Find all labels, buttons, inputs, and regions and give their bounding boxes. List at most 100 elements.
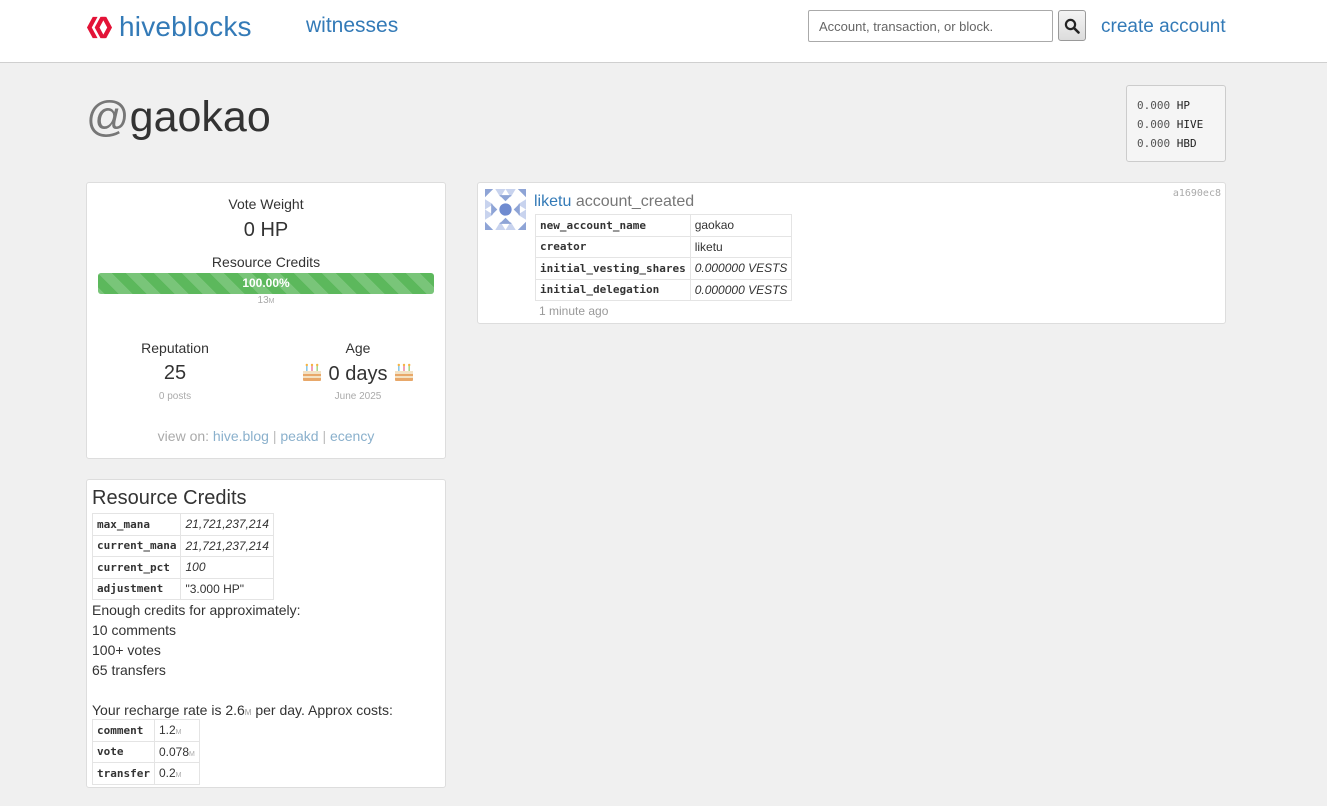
cost-value: 0.078 [158,744,190,759]
operation-actor-link[interactable]: liketu [534,193,571,210]
op-field-key: initial_delegation [535,278,691,301]
operation-item: liketu account_created a1690ec8 new_acco… [477,182,1226,324]
create-account-link[interactable]: create account [1101,16,1226,38]
nav-witnesses-link[interactable]: witnesses [306,14,398,38]
account-stats-panel: Vote Weight 0 HP Resource Credits 100.00… [86,182,446,459]
rc-mana-unit: M [268,298,275,305]
view-on-label: view on: [157,428,210,444]
rc-estimates: Enough credits for approximately: 10 com… [92,600,393,723]
cost-key: transfer [92,762,155,785]
balance-box: 0.000 HP 0.000 HIVE 0.000 HBD [1126,85,1226,162]
op-field-key: creator [535,235,691,258]
op-field-key: new_account_name [535,214,691,237]
op-field-key: initial_vesting_shares [535,257,691,280]
operation-timestamp: 1 minute ago [539,304,609,318]
op-field-value: gaokao [689,214,793,237]
rc-estimate-comments: 10 comments [92,622,177,638]
rc-enough-text: Enough credits for approximately: [92,602,301,618]
rc-value: 100 [180,556,274,579]
balance-row: 0.000 HP [1137,96,1215,115]
rc-estimate-votes: 100+ votes [92,642,161,658]
table-row: max_mana 21,721,237,214 [91,513,274,536]
search-button[interactable] [1058,10,1086,41]
logo-link[interactable]: hiveblocks [86,9,252,45]
cost-key: vote [92,740,155,763]
cost-value: 1.2 [158,723,176,738]
balance-unit: HP [1176,99,1190,112]
op-field-value: 0.000000 VESTS [689,257,793,280]
balance-row: 0.000 HBD [1137,134,1215,153]
search-input[interactable] [808,10,1053,42]
rc-recharge-prefix: Your recharge rate is 2.6 [92,702,245,718]
rc-key: current_pct [91,556,182,579]
link-separator: | [322,428,327,444]
at-symbol: @ [86,93,130,141]
rc-key: max_mana [91,513,182,536]
reputation-value: 25 [163,362,187,384]
balance-unit: HBD [1176,137,1197,150]
search-icon [1064,18,1080,34]
rc-costs-table: comment 1.2M vote 0.078M transfer 0.2M [92,719,200,785]
rc-value: "3.000 HP" [180,577,274,600]
op-field-value: liketu [689,235,793,258]
rc-recharge-suffix: per day. Approx costs: [251,702,393,718]
account-name: gaokao [129,93,271,141]
cost-value-cell: 0.078M [153,740,200,763]
identicon-avatar-icon[interactable] [485,189,526,230]
top-navbar: hiveblocks witnesses create account [0,0,1327,63]
hive-logo-icon [86,16,113,38]
table-row: adjustment "3.000 HP" [91,577,274,600]
cost-value: 0.2 [158,766,176,781]
cost-unit: M [175,729,182,737]
rc-estimate-transfers: 65 transfers [92,662,166,678]
operation-type: account_created [575,193,695,210]
table-row: creator liketu [535,235,793,258]
balance-amount: 0.000 [1137,99,1171,112]
rc-progress-bar: 100.00% [98,273,434,294]
cost-value-cell: 1.2M [153,719,200,742]
table-row: comment 1.2M [92,719,200,742]
cake-icon [302,363,321,381]
rc-value: 21,721,237,214 [180,513,274,536]
link-peakd[interactable]: peakd [280,428,318,444]
balance-row: 0.000 HIVE [1137,115,1215,134]
transaction-id-link[interactable]: a1690ec8 [1173,188,1221,199]
account-created-date: June 2025 [334,391,382,402]
posts-count: 0 posts [158,391,192,402]
age-value-row: 0 days [273,362,443,386]
table-row: current_pct 100 [91,556,274,579]
cake-icon [395,363,414,381]
balance-unit: HIVE [1176,118,1204,131]
reputation-label: Reputation [141,340,209,356]
age-label: Age [345,340,371,356]
table-row: initial_vesting_shares 0.000000 VESTS [535,257,793,280]
table-row: current_mana 21,721,237,214 [91,534,274,557]
rc-mana-number: 13 [257,295,269,306]
balance-amount: 0.000 [1137,137,1171,150]
age-value: 0 days [328,363,388,385]
rc-progress-fill: 100.00% [98,273,434,294]
logo-text: hiveblocks [119,11,252,42]
operation-header: liketu account_created [534,193,694,211]
vote-weight-label: Vote Weight [228,196,304,212]
page-title: @gaokao [86,93,271,142]
resource-credits-panel: Resource Credits max_mana 21,721,237,214 … [86,479,446,788]
rc-key: adjustment [91,577,182,600]
link-separator: | [272,428,277,444]
rc-value: 21,721,237,214 [180,534,274,557]
rc-panel-title: Resource Credits [92,487,247,509]
link-ecency[interactable]: ecency [330,428,374,444]
link-hive-blog[interactable]: hive.blog [213,428,269,444]
table-row: vote 0.078M [92,740,200,763]
rc-label: Resource Credits [211,254,321,270]
cost-unit: M [189,750,195,758]
cost-key: comment [92,719,155,742]
balance-amount: 0.000 [1137,118,1171,131]
cost-unit: M [175,772,182,780]
table-row: transfer 0.2M [92,762,200,785]
op-field-value: 0.000000 VESTS [689,278,793,301]
rc-key: current_mana [91,534,182,557]
table-row: new_account_name gaokao [535,214,793,237]
table-row: initial_delegation 0.000000 VESTS [535,278,793,301]
rc-mana-value: 13M [87,295,445,306]
